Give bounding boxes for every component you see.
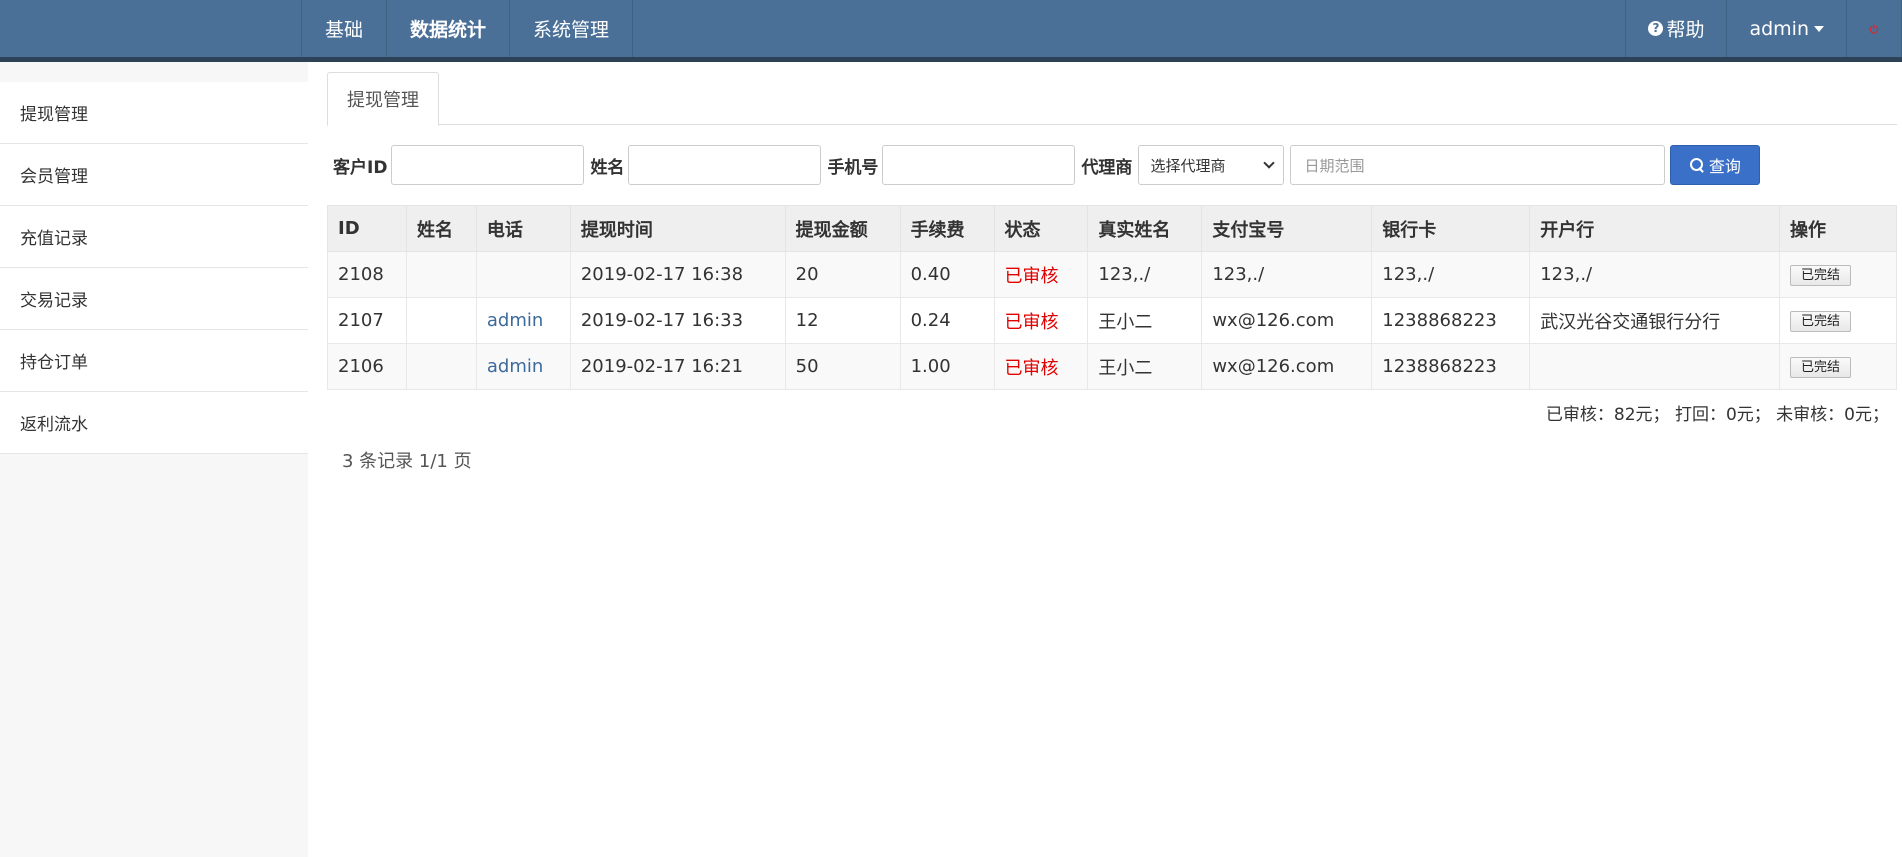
agent-label: 代理商 — [1081, 157, 1133, 178]
cell-bank: 武汉光谷交通银行分行 — [1529, 297, 1780, 344]
cell-bank — [1529, 343, 1780, 390]
customer-id-input[interactable] — [391, 145, 585, 185]
col-header: 操作 — [1779, 205, 1897, 252]
sidebar-item-recharge[interactable]: 充值记录 — [0, 206, 308, 268]
customer-id-label: 客户ID — [333, 157, 388, 178]
col-header[interactable]: 支付宝号 — [1201, 205, 1373, 252]
user-name: admin — [1749, 17, 1809, 40]
cell-status: 已审核 — [993, 251, 1089, 298]
date-range-placeholder: 日期范围 — [1304, 156, 1365, 175]
agent-select-value: 选择代理商 — [1150, 156, 1226, 175]
user-menu[interactable]: admin — [1726, 0, 1846, 57]
help-label: 帮助 — [1666, 19, 1705, 41]
cell-name — [405, 343, 477, 390]
completed-button[interactable]: 已完结 — [1790, 311, 1852, 332]
cell-fee: 0.40 — [899, 251, 995, 298]
cell-amount: 50 — [784, 343, 901, 390]
help-link[interactable]: ? 帮助 — [1625, 0, 1726, 57]
sidebar-item-positions[interactable]: 持仓订单 — [0, 330, 308, 392]
cell-amount: 12 — [784, 297, 901, 344]
agent-select[interactable]: 选择代理商 — [1138, 145, 1285, 185]
totals-summary: 已审核：82元； 打回：0元； 未审核：0元； — [1545, 405, 1889, 425]
sidebar-item-rebates[interactable]: 返利流水 — [0, 392, 308, 454]
date-range-input[interactable]: 日期范围 — [1290, 145, 1666, 185]
cell-real-name: 王小二 — [1087, 343, 1203, 390]
nav-item-statistics[interactable]: 数据统计 — [386, 0, 509, 57]
cell-bank-card: 1238868223 — [1371, 343, 1531, 390]
main-content: 提现管理 客户ID 姓名 手机号 代理商 选择代理商 日期范围 查询 ID 姓名… — [327, 70, 1897, 473]
tab-withdrawals[interactable]: 提现管理 — [327, 72, 439, 126]
col-header[interactable]: 提现时间 — [569, 205, 786, 252]
cell-action: 已完结 — [1779, 297, 1897, 344]
search-icon — [1689, 157, 1705, 173]
col-header[interactable]: 电话 — [475, 205, 571, 252]
completed-button[interactable]: 已完结 — [1790, 357, 1852, 378]
cell-bank: 123,./ — [1529, 251, 1780, 298]
col-header[interactable]: 姓名 — [405, 205, 477, 252]
col-header[interactable]: 状态 — [993, 205, 1089, 252]
cell-status: 已审核 — [993, 297, 1089, 344]
cell-name — [405, 297, 477, 344]
sidebar: 提现管理 会员管理 充值记录 交易记录 持仓订单 返利流水 — [0, 62, 308, 857]
sidebar-item-members[interactable]: 会员管理 — [0, 144, 308, 206]
table-row: 2107 admin 2019-02-17 16:33 12 0.24 已审核 … — [327, 297, 1897, 344]
nav-item-basic[interactable]: 基础 — [301, 0, 386, 57]
cell-phone[interactable]: admin — [475, 343, 571, 390]
logout-button[interactable] — [1846, 0, 1902, 57]
cell-phone[interactable]: admin — [475, 297, 571, 344]
cell-id: 2106 — [327, 343, 407, 390]
cell-time: 2019-02-17 16:21 — [569, 343, 786, 390]
caret-down-icon — [1814, 25, 1824, 32]
cell-name — [405, 251, 477, 298]
cell-id: 2108 — [327, 251, 407, 298]
chevron-down-icon — [1263, 157, 1276, 169]
sidebar-item-withdrawals[interactable]: 提现管理 — [0, 82, 308, 144]
col-header[interactable]: 真实姓名 — [1087, 205, 1203, 252]
cell-status: 已审核 — [993, 343, 1089, 390]
col-header[interactable]: 开户行 — [1529, 205, 1780, 252]
top-navbar: 基础 数据统计 系统管理 ? 帮助 admin — [0, 0, 1902, 62]
query-button-label: 查询 — [1708, 157, 1741, 176]
col-header[interactable]: 银行卡 — [1371, 205, 1531, 252]
cell-bank-card: 1238868223 — [1371, 297, 1531, 344]
cell-action: 已完结 — [1779, 343, 1897, 390]
cell-alipay: wx@126.com — [1201, 297, 1373, 344]
nav-item-system[interactable]: 系统管理 — [509, 0, 634, 57]
tab-bar: 提现管理 — [327, 70, 1897, 126]
completed-button[interactable]: 已完结 — [1790, 265, 1852, 286]
query-button[interactable]: 查询 — [1670, 145, 1761, 185]
main-nav: 基础 数据统计 系统管理 — [301, 0, 634, 57]
name-label: 姓名 — [590, 157, 625, 178]
cell-amount: 20 — [784, 251, 901, 298]
phone-label: 手机号 — [827, 157, 879, 178]
cell-fee: 0.24 — [899, 297, 995, 344]
question-circle-icon: ? — [1648, 21, 1664, 36]
sidebar-item-trades[interactable]: 交易记录 — [0, 268, 308, 330]
cell-real-name: 王小二 — [1087, 297, 1203, 344]
cell-fee: 1.00 — [899, 343, 995, 390]
nav-right: ? 帮助 admin — [1625, 0, 1902, 57]
cell-phone[interactable] — [475, 251, 571, 298]
cell-alipay: 123,./ — [1201, 251, 1373, 298]
table-row: 2106 admin 2019-02-17 16:21 50 1.00 已审核 … — [327, 343, 1897, 390]
cell-action: 已完结 — [1779, 251, 1897, 298]
col-header[interactable]: 提现金额 — [784, 205, 901, 252]
filter-bar: 客户ID 姓名 手机号 代理商 选择代理商 日期范围 查询 — [327, 137, 1897, 193]
col-header[interactable]: ID — [327, 205, 407, 252]
cell-time: 2019-02-17 16:38 — [569, 251, 786, 298]
power-icon — [1869, 23, 1879, 34]
pagination-info: 3 条记录 1/1 页 — [342, 451, 472, 472]
name-input[interactable] — [628, 145, 822, 185]
cell-time: 2019-02-17 16:33 — [569, 297, 786, 344]
cell-bank-card: 123,./ — [1371, 251, 1531, 298]
phone-input[interactable] — [882, 145, 1076, 185]
cell-alipay: wx@126.com — [1201, 343, 1373, 390]
cell-real-name: 123,./ — [1087, 251, 1203, 298]
cell-id: 2107 — [327, 297, 407, 344]
table-row: 2108 2019-02-17 16:38 20 0.40 已审核 123,./… — [327, 251, 1897, 298]
col-header[interactable]: 手续费 — [899, 205, 995, 252]
table-header-row: ID 姓名 电话 提现时间 提现金额 手续费 状态 真实姓名 支付宝号 银行卡 … — [327, 205, 1897, 252]
withdrawals-table: ID 姓名 电话 提现时间 提现金额 手续费 状态 真实姓名 支付宝号 银行卡 … — [327, 205, 1897, 390]
